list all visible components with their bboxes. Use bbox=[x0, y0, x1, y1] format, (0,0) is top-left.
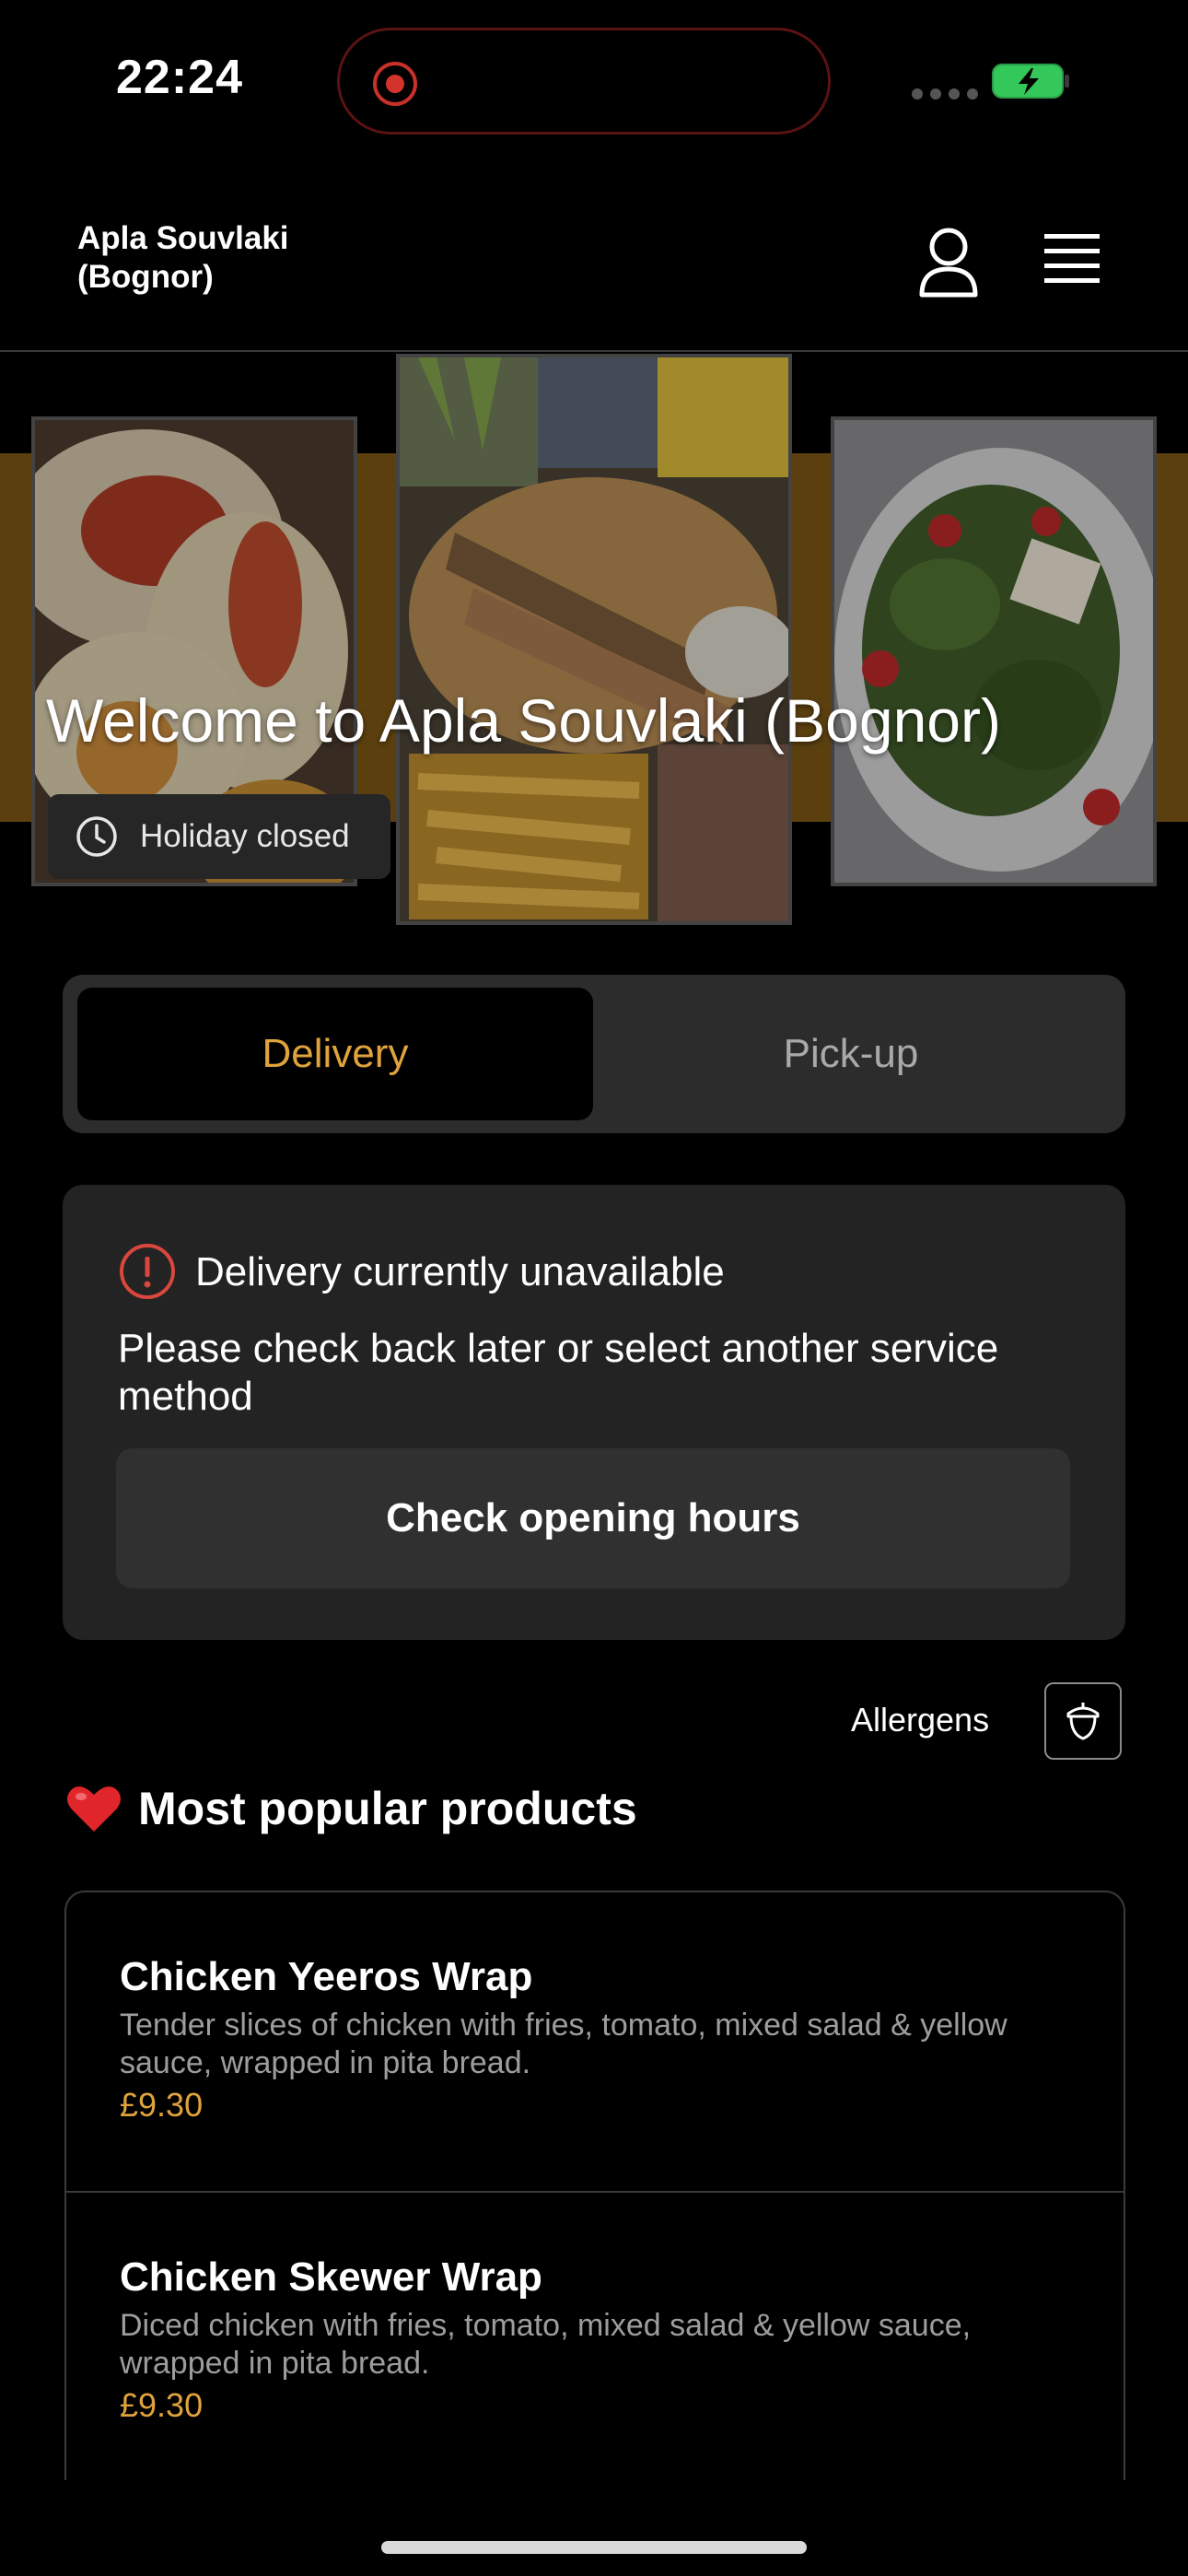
allergens-label: Allergens bbox=[851, 1701, 990, 1739]
hamburger-menu-icon[interactable] bbox=[1041, 230, 1103, 291]
allergens-button[interactable] bbox=[1044, 1682, 1122, 1760]
notice-text: Please check back later or select anothe… bbox=[118, 1326, 999, 1419]
app-header: Apla Souvlaki (Bognor) bbox=[0, 175, 1188, 352]
home-indicator[interactable] bbox=[381, 2541, 807, 2554]
section-heading-text: Most popular products bbox=[138, 1783, 637, 1834]
store-status-badge: Holiday closed bbox=[48, 794, 390, 879]
product-card[interactable]: Chicken Skewer Wrap Diced chicken with f… bbox=[66, 2191, 1124, 2480]
section-heading: Most popular products bbox=[66, 1782, 637, 1835]
welcome-title: Welcome to Apla Souvlaki (Bognor) bbox=[46, 686, 1001, 755]
signal-icon bbox=[912, 88, 978, 100]
heart-icon bbox=[67, 1786, 121, 1832]
product-price: £9.30 bbox=[120, 2386, 204, 2424]
dynamic-island bbox=[337, 28, 831, 135]
clock-icon bbox=[76, 816, 117, 857]
battery-icon bbox=[992, 64, 1069, 99]
store-status-text: Holiday closed bbox=[140, 818, 350, 854]
recording-icon bbox=[373, 62, 417, 106]
hero-banner: Welcome to Apla Souvlaki (Bognor) Holida… bbox=[0, 354, 1188, 925]
salad-photo bbox=[831, 416, 1157, 886]
app-screen: 22:24 Apla Souvlaki (Bognor) Welcome to … bbox=[0, 0, 1188, 2576]
check-opening-hours-button[interactable]: Check opening hours bbox=[116, 1448, 1070, 1588]
product-description: Diced chicken with fries, tomato, mixed … bbox=[120, 2308, 972, 2381]
status-time: 22:24 bbox=[116, 51, 243, 104]
souvlaki-plate-photo bbox=[396, 354, 792, 925]
tab-pickup[interactable]: Pick-up bbox=[593, 988, 1109, 1120]
notice-title: Delivery currently unavailable bbox=[195, 1249, 725, 1294]
delivery-unavailable-card: Delivery currently unavailable Please ch… bbox=[63, 1185, 1125, 1640]
product-list: Chicken Yeeros Wrap Tender slices of chi… bbox=[64, 1891, 1125, 2480]
acorn-icon bbox=[1066, 1703, 1100, 1740]
product-name: Chicken Yeeros Wrap bbox=[120, 1954, 533, 1999]
user-icon[interactable] bbox=[917, 227, 980, 299]
tab-delivery[interactable]: Delivery bbox=[77, 988, 593, 1120]
product-card[interactable]: Chicken Yeeros Wrap Tender slices of chi… bbox=[66, 1892, 1124, 2191]
product-name: Chicken Skewer Wrap bbox=[120, 2254, 542, 2300]
service-method-toggle: Delivery Pick-up bbox=[63, 975, 1125, 1133]
product-description: Tender slices of chicken with fries, tom… bbox=[120, 2008, 1007, 2080]
restaurant-name: Apla Souvlaki (Bognor) bbox=[77, 220, 289, 295]
alert-icon bbox=[120, 1244, 175, 1299]
product-price: £9.30 bbox=[120, 2086, 204, 2124]
